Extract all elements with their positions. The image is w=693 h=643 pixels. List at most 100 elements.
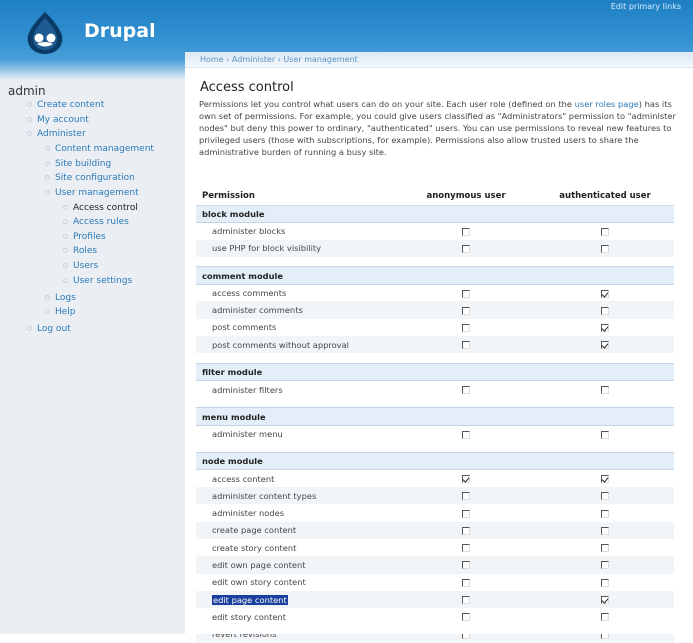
table-row: edit own story content — [196, 573, 674, 591]
permission-cell: post comments without approval — [196, 336, 396, 354]
anonymous-checkbox[interactable] — [462, 430, 470, 439]
sidebar-item-user-settings[interactable]: User settings — [63, 276, 132, 286]
sidebar-item-logs[interactable]: Logs — [45, 293, 76, 303]
authenticated-checkbox[interactable] — [601, 526, 609, 535]
anonymous-cell — [396, 284, 536, 302]
authenticated-checkbox[interactable] — [601, 509, 609, 518]
authenticated-cell — [536, 301, 674, 319]
anonymous-cell — [396, 556, 536, 574]
anonymous-cell — [396, 504, 536, 522]
breadcrumb[interactable]: Home › Administer › User management — [200, 55, 358, 64]
sidebar-item-profiles[interactable]: Profiles — [63, 232, 106, 242]
sidebar-item-help[interactable]: Help — [45, 307, 76, 317]
permission-cell: use PHP for block visibility — [196, 239, 396, 257]
anonymous-checkbox[interactable] — [462, 475, 470, 484]
sidebar-item-log-out[interactable]: Log out — [27, 324, 71, 334]
bullet-icon — [45, 146, 50, 151]
module-row: block module — [196, 204, 674, 223]
permission-label: edit story content — [212, 611, 286, 622]
authenticated-checkbox[interactable] — [601, 386, 609, 395]
anonymous-cell — [396, 239, 536, 257]
sidebar-item-my-account[interactable]: My account — [27, 115, 89, 125]
permission-cell: administer comments — [196, 301, 396, 319]
module-name: comment module — [196, 266, 674, 285]
authenticated-checkbox[interactable] — [601, 323, 609, 332]
authenticated-cell — [536, 222, 674, 240]
sidebar-item-administer[interactable]: Administer — [27, 129, 86, 139]
anonymous-checkbox[interactable] — [462, 386, 470, 395]
sidebar-item-user-management[interactable]: User management — [45, 188, 139, 198]
permission-label: edit own story content — [212, 577, 306, 588]
bottom-edge — [185, 626, 693, 634]
sidebar-item-access-rules[interactable]: Access rules — [63, 217, 129, 227]
anonymous-checkbox[interactable] — [462, 596, 470, 605]
sidebar-item-label: Access rules — [73, 217, 129, 227]
authenticated-checkbox[interactable] — [601, 475, 609, 484]
sidebar-item-label: Profiles — [73, 232, 106, 242]
bullet-icon — [63, 278, 68, 283]
sidebar-item-content-management[interactable]: Content management — [45, 144, 154, 154]
authenticated-cell — [536, 380, 674, 398]
permission-label: access comments — [212, 288, 287, 299]
sidebar-item-access-control[interactable]: Access control — [63, 203, 138, 213]
anonymous-checkbox[interactable] — [462, 509, 470, 518]
permission-label: post comments without approval — [212, 339, 349, 350]
authenticated-checkbox[interactable] — [601, 596, 609, 605]
anonymous-checkbox[interactable] — [462, 578, 470, 587]
sidebar-item-label: User management — [55, 188, 139, 198]
sidebar-item-roles[interactable]: Roles — [63, 246, 97, 256]
sidebar-item-label: Log out — [37, 324, 71, 334]
anonymous-checkbox[interactable] — [462, 323, 470, 332]
anonymous-checkbox[interactable] — [462, 544, 470, 553]
anonymous-checkbox[interactable] — [462, 526, 470, 535]
anonymous-checkbox[interactable] — [462, 244, 470, 253]
authenticated-checkbox[interactable] — [601, 492, 609, 501]
anonymous-checkbox[interactable] — [462, 613, 470, 622]
drupal-logo-icon[interactable] — [22, 10, 68, 56]
sidebar-item-users[interactable]: Users — [63, 261, 98, 271]
authenticated-checkbox[interactable] — [601, 341, 609, 350]
authenticated-checkbox[interactable] — [601, 561, 609, 570]
authenticated-cell — [536, 608, 674, 626]
authenticated-checkbox[interactable] — [601, 244, 609, 253]
anonymous-checkbox[interactable] — [462, 492, 470, 501]
authenticated-checkbox[interactable] — [601, 613, 609, 622]
anonymous-checkbox[interactable] — [462, 289, 470, 298]
sidebar-title: admin — [8, 84, 46, 98]
sidebar-item-site-building[interactable]: Site building — [45, 159, 111, 169]
authenticated-checkbox[interactable] — [601, 544, 609, 553]
permission-cell: access comments — [196, 284, 396, 302]
permission-cell: create page content — [196, 521, 396, 540]
edit-primary-links-link[interactable]: Edit primary links — [611, 2, 681, 11]
user-roles-page-link[interactable]: user roles page — [575, 99, 639, 109]
anonymous-checkbox[interactable] — [462, 306, 470, 315]
bullet-icon — [27, 326, 32, 331]
module-name: node module — [196, 452, 674, 471]
authenticated-checkbox[interactable] — [601, 306, 609, 315]
authenticated-cell — [536, 556, 674, 574]
anonymous-checkbox[interactable] — [462, 227, 470, 236]
authenticated-checkbox[interactable] — [601, 289, 609, 298]
site-name[interactable]: Drupal — [84, 20, 156, 42]
spacer-cell — [196, 442, 674, 453]
table-row: edit page content — [196, 590, 674, 609]
authenticated-checkbox[interactable] — [601, 578, 609, 587]
anonymous-checkbox[interactable] — [462, 561, 470, 570]
bullet-icon — [27, 117, 32, 122]
authenticated-checkbox[interactable] — [601, 227, 609, 236]
sidebar-item-create-content[interactable]: Create content — [27, 100, 104, 110]
anonymous-checkbox[interactable] — [462, 341, 470, 350]
table-row: access comments — [196, 284, 674, 302]
sidebar-item-label: Logs — [55, 293, 76, 303]
permission-label: access content — [212, 473, 275, 484]
table-row: use PHP for block visibility — [196, 239, 674, 257]
permission-label: post comments — [212, 322, 277, 333]
authenticated-checkbox[interactable] — [601, 430, 609, 439]
module-spacer — [196, 397, 674, 408]
module-row: filter module — [196, 362, 674, 382]
sidebar-item-site-configuration[interactable]: Site configuration — [45, 173, 135, 183]
authenticated-cell — [536, 318, 674, 337]
authenticated-user-column-header: authenticated user — [536, 188, 674, 206]
table-row: administer filters — [196, 380, 674, 398]
module-name: menu module — [196, 407, 674, 426]
